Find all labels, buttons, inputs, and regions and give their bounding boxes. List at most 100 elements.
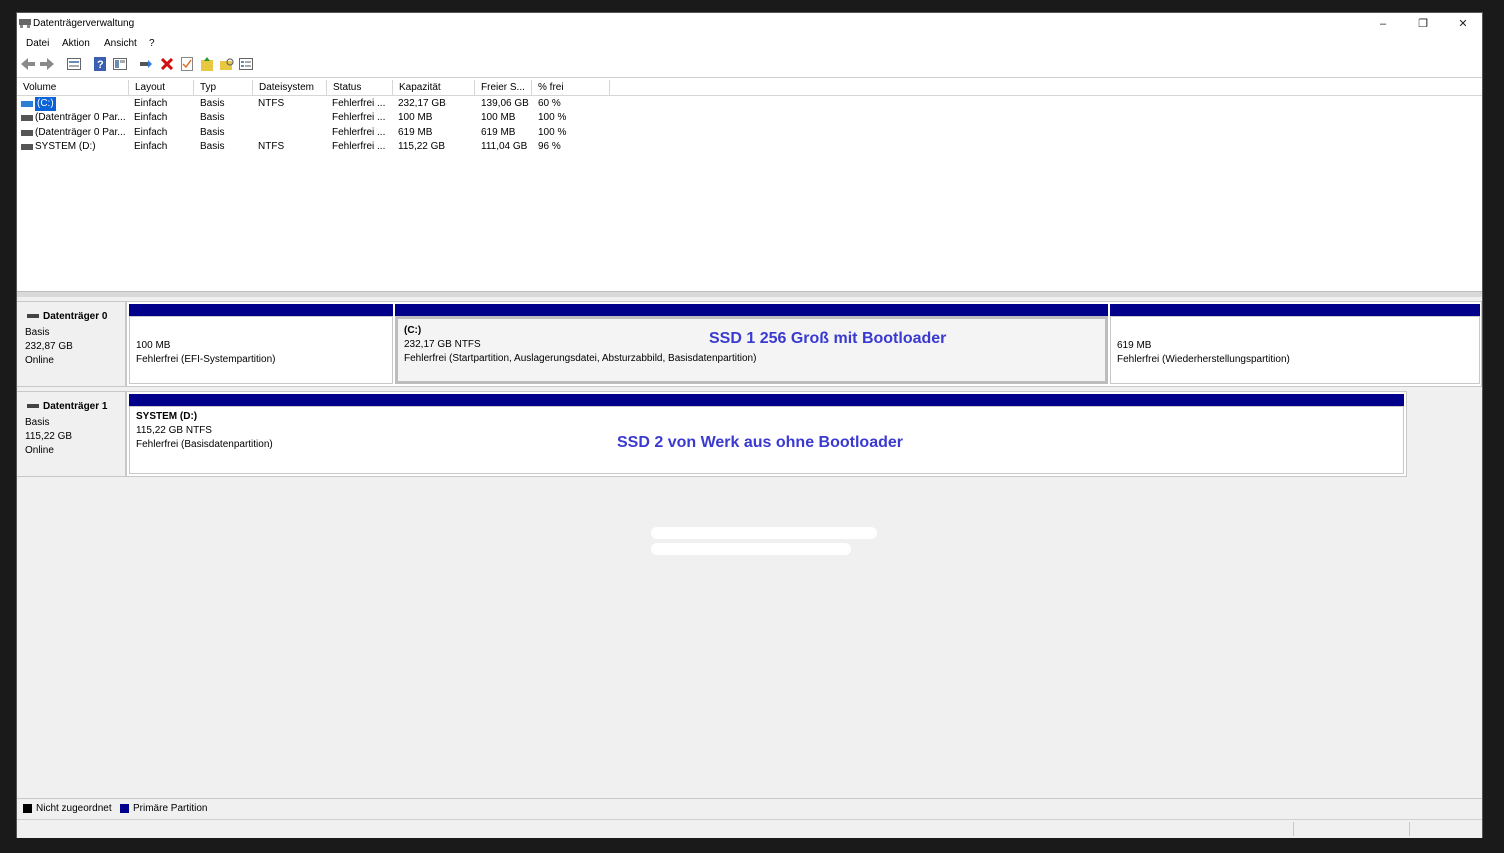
disk-size: 115,22 GB bbox=[25, 431, 73, 442]
table-row[interactable]: (Datenträger 0 Par... Einfach Basis Fehl… bbox=[17, 111, 1482, 125]
volume-percent-free: 96 % bbox=[538, 141, 561, 152]
legend-primary-swatch bbox=[120, 804, 129, 813]
partition-color-bar bbox=[395, 304, 1108, 316]
disk-0-label[interactable]: Datenträger 0 Basis 232,87 GB Online bbox=[17, 301, 126, 387]
volume-icon bbox=[21, 130, 33, 136]
partition-color-bar bbox=[129, 304, 393, 316]
view-icon[interactable] bbox=[238, 56, 254, 72]
volume-filesystem: NTFS bbox=[258, 141, 285, 152]
column-header-kapazitaet[interactable]: Kapazität bbox=[393, 80, 475, 95]
restore-button[interactable]: ❐ bbox=[1403, 13, 1443, 35]
volume-layout: Einfach bbox=[134, 127, 168, 138]
close-button[interactable]: ✕ bbox=[1443, 13, 1483, 35]
column-header-status[interactable]: Status bbox=[327, 80, 393, 95]
volume-percent-free: 100 % bbox=[538, 127, 567, 138]
menu-help[interactable]: ? bbox=[149, 38, 155, 49]
volume-name: SYSTEM (D:) bbox=[35, 141, 96, 152]
volume-icon bbox=[21, 101, 33, 107]
volume-status: Fehlerfrei ... bbox=[332, 112, 386, 123]
menu-aktion[interactable]: Aktion bbox=[62, 38, 90, 49]
disk-layout-pane: Datenträger 0 Basis 232,87 GB Online 100… bbox=[17, 297, 1482, 798]
partition-status: Fehlerfrei (Startpartition, Auslagerungs… bbox=[404, 353, 757, 364]
partition-size: 619 MB bbox=[1117, 340, 1152, 351]
disk-1-label[interactable]: Datenträger 1 Basis 115,22 GB Online bbox=[17, 391, 126, 477]
column-header-dateisystem[interactable]: Dateisystem bbox=[253, 80, 327, 95]
volume-free-space: 139,06 GB bbox=[481, 98, 529, 109]
partition-color-bar bbox=[1110, 304, 1480, 316]
volume-name: (C:) bbox=[35, 97, 56, 111]
volume-name: (Datenträger 0 Par... bbox=[35, 112, 126, 123]
volume-list-header: Volume Layout Typ Dateisystem Status Kap… bbox=[17, 80, 1482, 96]
volume-free-space: 111,04 GB bbox=[481, 141, 528, 152]
volume-capacity: 232,17 GB bbox=[398, 98, 446, 109]
legend-primary: Primäre Partition bbox=[133, 803, 208, 814]
svg-text:?: ? bbox=[97, 59, 104, 71]
partition-size: 100 MB bbox=[136, 340, 171, 351]
disk-name: Datenträger 0 bbox=[43, 311, 108, 322]
partition-title: SYSTEM (D:) bbox=[136, 411, 198, 422]
disk-name: Datenträger 1 bbox=[43, 401, 108, 412]
disk-type: Basis bbox=[25, 417, 50, 428]
legend-unallocated: Nicht zugeordnet bbox=[36, 803, 112, 814]
volume-status: Fehlerfrei ... bbox=[332, 98, 386, 109]
legend-unallocated-swatch bbox=[23, 804, 32, 813]
volume-filesystem: NTFS bbox=[258, 98, 285, 109]
partition-color-bar bbox=[129, 394, 1404, 406]
volume-capacity: 115,22 GB bbox=[398, 141, 446, 152]
open-folder-icon[interactable] bbox=[219, 56, 235, 72]
disk-management-app-icon bbox=[19, 19, 31, 28]
disk-list-icon[interactable] bbox=[66, 56, 82, 72]
partition-size: 115,22 GB NTFS bbox=[136, 425, 212, 436]
check-icon[interactable] bbox=[179, 56, 195, 72]
connect-icon[interactable] bbox=[138, 56, 154, 72]
volume-percent-free: 100 % bbox=[538, 112, 567, 123]
menu-ansicht[interactable]: Ansicht bbox=[104, 38, 137, 49]
redaction-mark bbox=[651, 543, 851, 555]
volume-type: Basis bbox=[200, 127, 225, 138]
help-icon[interactable]: ? bbox=[92, 56, 108, 72]
column-header-typ[interactable]: Typ bbox=[194, 80, 253, 95]
partition-status: Fehlerfrei (EFI-Systempartition) bbox=[136, 354, 276, 365]
table-row[interactable]: SYSTEM (D:) Einfach Basis NTFS Fehlerfre… bbox=[17, 140, 1482, 154]
disk-icon bbox=[27, 404, 39, 408]
status-separator bbox=[1293, 822, 1294, 836]
partition-efi[interactable]: 100 MB Fehlerfrei (EFI-Systempartition) bbox=[129, 304, 393, 384]
column-header-volume[interactable]: Volume bbox=[17, 80, 129, 95]
volume-free-space: 100 MB bbox=[481, 112, 516, 123]
volume-type: Basis bbox=[200, 98, 225, 109]
annotation-ssd1: SSD 1 256 Groß mit Bootloader bbox=[709, 330, 947, 347]
partition-status: Fehlerfrei (Basisdatenpartition) bbox=[136, 439, 273, 450]
menu-datei[interactable]: Datei bbox=[26, 38, 49, 49]
volume-icon bbox=[21, 144, 33, 150]
disk-state: Online bbox=[25, 445, 54, 456]
volume-capacity: 100 MB bbox=[398, 112, 433, 123]
volume-icon bbox=[21, 115, 33, 121]
new-volume-icon[interactable] bbox=[199, 56, 215, 72]
volume-capacity: 619 MB bbox=[398, 127, 433, 138]
window-title: Datenträgerverwaltung bbox=[33, 18, 135, 29]
status-bar bbox=[17, 819, 1482, 838]
partition-size: 232,17 GB NTFS bbox=[404, 339, 481, 350]
volume-layout: Einfach bbox=[134, 112, 168, 123]
legend-bar: Nicht zugeordnet Primäre Partition bbox=[17, 798, 1482, 819]
partition-recovery[interactable]: 619 MB Fehlerfrei (Wiederherstellungspar… bbox=[1110, 304, 1480, 384]
column-header-freier-speicher[interactable]: Freier S... bbox=[475, 80, 532, 95]
table-row[interactable]: (C:) Einfach Basis NTFS Fehlerfrei ... 2… bbox=[17, 97, 1482, 111]
disk-state: Online bbox=[25, 355, 54, 366]
table-row[interactable]: (Datenträger 0 Par... Einfach Basis Fehl… bbox=[17, 126, 1482, 140]
menu-bar: Datei Aktion Ansicht ? bbox=[17, 35, 1482, 52]
annotation-ssd2: SSD 2 von Werk aus ohne Bootloader bbox=[617, 434, 903, 451]
volume-status: Fehlerfrei ... bbox=[332, 141, 386, 152]
column-header-prozent-frei[interactable]: % frei bbox=[532, 80, 610, 95]
redaction-mark bbox=[651, 527, 877, 539]
minimize-button[interactable]: – bbox=[1363, 13, 1403, 35]
delete-icon[interactable] bbox=[159, 56, 175, 72]
properties-icon[interactable] bbox=[112, 56, 128, 72]
volume-type: Basis bbox=[200, 141, 225, 152]
back-arrow-icon[interactable] bbox=[20, 56, 36, 72]
partition-status: Fehlerfrei (Wiederherstellungspartition) bbox=[1117, 354, 1290, 365]
volume-name: (Datenträger 0 Par... bbox=[35, 127, 126, 138]
disk-type: Basis bbox=[25, 327, 50, 338]
forward-arrow-icon[interactable] bbox=[39, 56, 55, 72]
column-header-layout[interactable]: Layout bbox=[129, 80, 194, 95]
